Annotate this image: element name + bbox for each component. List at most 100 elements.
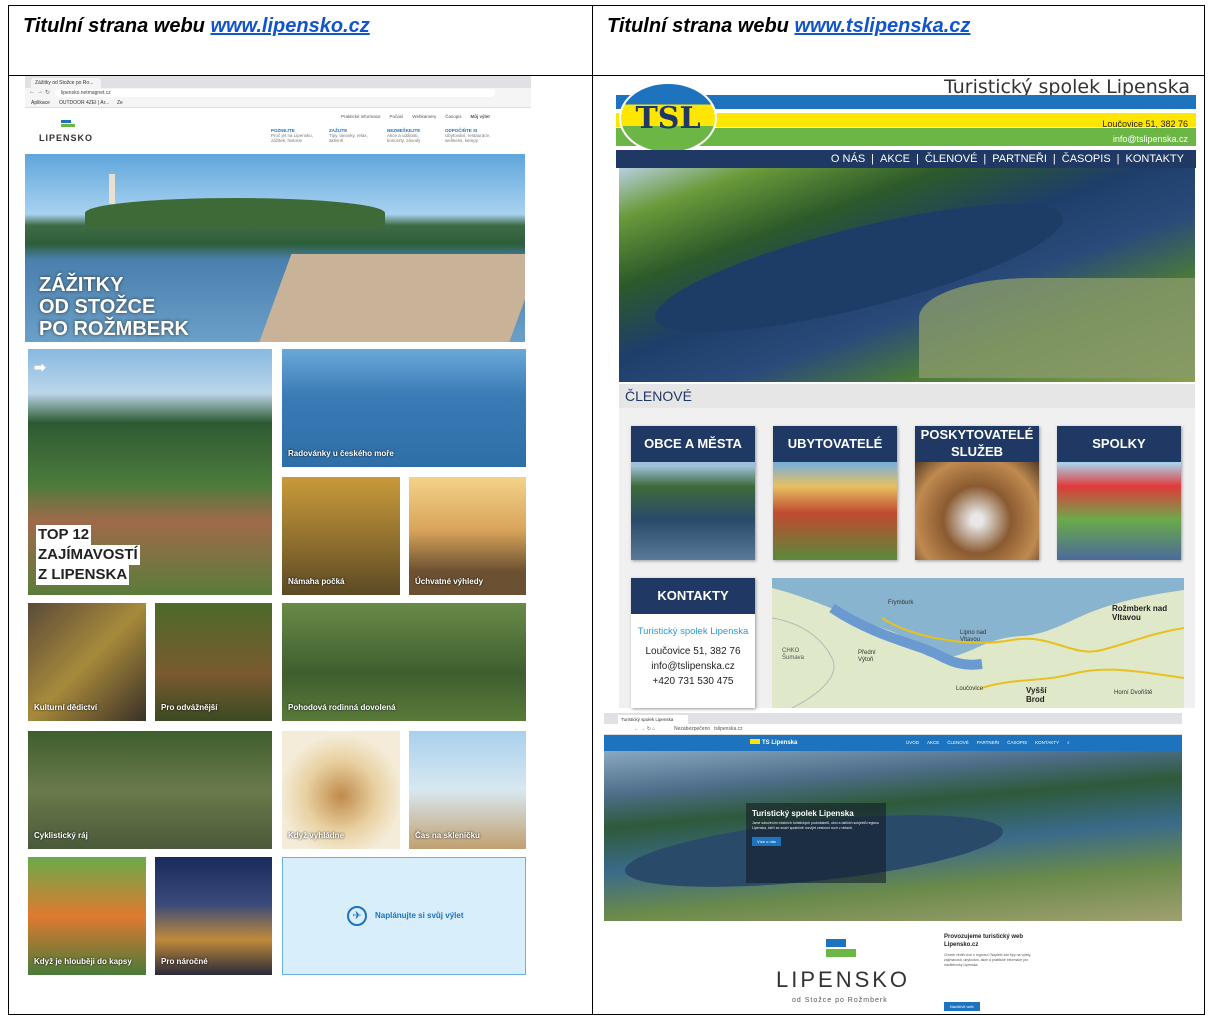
map-label: Frymburk	[888, 600, 914, 606]
tile-food[interactable]: Když vyhládne	[282, 731, 400, 849]
new-url[interactable]: tslipenska.cz	[714, 726, 743, 732]
browser-addressbar: ← → ↻ lipensko.netmagnet.cz	[25, 88, 531, 98]
forward-icon[interactable]: →	[37, 89, 43, 95]
lipensko-logo-icon	[61, 120, 75, 129]
new-hero-title: Turistický spolek Lipenska	[752, 809, 854, 818]
tile-demanding[interactable]: Pro náročné	[155, 857, 272, 975]
tile-bravery[interactable]: Pro odvážnější	[155, 603, 272, 721]
lipensko-logo-text[interactable]: LIPENSKO	[39, 133, 93, 143]
new-nav-item[interactable]: ČLENOVÉ	[947, 740, 969, 745]
tsl-logo[interactable]: TSL	[619, 82, 717, 154]
bookmarks-bar: Aplikace OUTDOOR 4ZEI | Ar... Ze	[25, 98, 531, 108]
top-link[interactable]: Praktické informace	[341, 114, 381, 119]
hero-panel: Turistický spolek Lipenska Jsme sdružení…	[746, 803, 886, 883]
new-logo[interactable]: TS Lipenska	[750, 739, 797, 746]
new-browser-addressbar: ← → ↻ ⌂ Nezabezpečeno tslipenska.cz	[604, 724, 1182, 735]
church-tower	[109, 174, 115, 204]
lipensko-screenshot: Zážitky od Stožce po Ro... ← → ↻ lipensk…	[25, 76, 531, 976]
top12-label: TOP 12 ZAJÍMAVOSTÍ Z LIPENSKA	[36, 525, 140, 585]
menu-item[interactable]: NEZMEŠKEJTE Akce a události, koncerty, zá…	[387, 128, 435, 143]
member-spolky[interactable]: SPOLKY	[1057, 426, 1181, 560]
nav-casopis[interactable]: ČASOPIS	[1062, 153, 1111, 165]
tsl-new-screenshot: Turistický spolek Lipenska ← → ↻ ⌂ Nezab…	[604, 713, 1182, 1013]
tile-heritage[interactable]: Kulturní dědictví	[28, 603, 146, 721]
pier	[258, 254, 525, 342]
bookmark-apps[interactable]: Aplikace	[31, 100, 50, 106]
nav-partneri[interactable]: PARTNEŘI	[992, 153, 1047, 165]
new-nav-item[interactable]: ČASOPIS	[1007, 740, 1027, 745]
top-link[interactable]: Počasí	[390, 114, 404, 119]
top-link[interactable]: Můj výlet	[470, 114, 489, 119]
new-hero-button[interactable]: Více o nás	[752, 837, 781, 846]
nav-o-nas[interactable]: O NÁS	[831, 153, 865, 165]
main-menu: POZNEJTE Proč jet na Lipensko, zážitek, h…	[271, 128, 493, 143]
map-label: Horní Dvořiště	[1114, 690, 1153, 696]
header-right: Titulní strana webu www.tslipenska.cz	[592, 5, 1205, 76]
search-icon[interactable]: ⌕	[1067, 740, 1070, 745]
promo-button[interactable]: Navštívit web	[944, 1002, 980, 1011]
nav-clenove[interactable]: ČLENOVÉ	[925, 153, 978, 165]
region-map[interactable]: Rožmberk nad Vltavou Frymburk Lipno nad …	[772, 578, 1184, 708]
new-url-prefix: Nezabezpečeno	[674, 726, 711, 732]
new-hero-text: Jsme sdružením místních turistických pod…	[752, 821, 880, 830]
header-left-link[interactable]: www.lipensko.cz	[210, 15, 369, 37]
back-icon[interactable]: ←	[29, 89, 35, 95]
member-poskytovatele[interactable]: POSKYTOVATELÉ SLUŽEB	[915, 426, 1039, 560]
top-links: Praktické informace Počasí Webkamery Čas…	[341, 114, 490, 119]
brand-name: LIPENSKO	[776, 967, 911, 992]
brand-logo-icon	[826, 939, 856, 963]
tsl-lake-photo	[619, 168, 1195, 382]
contacts-phone: +420 731 530 475	[652, 676, 734, 687]
browser-tab[interactable]: Zážitky od Stožce po Ro...	[31, 78, 101, 88]
tile-family[interactable]: Pohodová rodinná dovolená	[282, 603, 526, 721]
map-label: Přední Výtoň	[858, 650, 876, 663]
hero-title: ZÁŽITKY OD STOŽCE PO ROŽMBERK	[39, 274, 189, 340]
new-nav-item[interactable]: ÚVOD	[906, 740, 919, 745]
contacts-heading: KONTAKTY	[631, 578, 755, 614]
menu-item[interactable]: ODPOČIŇTE SI Ubytování, restaurace, welln…	[445, 128, 493, 143]
member-obce[interactable]: OBCE A MĚSTA	[631, 426, 755, 560]
new-nav-item[interactable]: PARTNEŘI	[977, 740, 999, 745]
tile-cycle-paradise[interactable]: Cyklistický ráj	[28, 731, 272, 849]
url-field[interactable]: lipensko.netmagnet.cz	[55, 89, 495, 97]
new-browser-tabbar: Turistický spolek Lipenska	[604, 713, 1182, 724]
bookmark-ze[interactable]: Ze	[117, 100, 123, 106]
promo-text: Chcete vědět více o regionu? Najdete zde…	[944, 953, 1032, 967]
tile-cycling-couple[interactable]: Námaha počká	[282, 477, 400, 595]
tile-drinks[interactable]: Čas na skleničku	[409, 731, 526, 849]
top-link[interactable]: Webkamery	[412, 114, 436, 119]
contacts-email[interactable]: info@tslipenska.cz	[631, 661, 755, 672]
tsl-email[interactable]: info@tslipenska.cz	[1113, 134, 1188, 144]
new-nav-icons[interactable]: ← → ↻ ⌂	[634, 726, 655, 732]
new-site-nav: TS Lipenska ÚVOD AKCE ČLENOVÉ PARTNEŘI Č…	[604, 735, 1182, 751]
tile-top12[interactable]: ➡ TOP 12 ZAJÍMAVOSTÍ Z LIPENSKA	[28, 349, 272, 595]
contacts-box: KONTAKTY Turistický spolek Lipenska Louč…	[631, 578, 755, 708]
nav-akce[interactable]: AKCE	[880, 153, 910, 165]
tsl-old-screenshot: Turistický spolek Lipenska Loučovice 51,…	[616, 76, 1196, 708]
member-ubytovatele[interactable]: UBYTOVATELÉ	[773, 426, 897, 560]
new-hero: Turistický spolek Lipenska Jsme sdružení…	[604, 751, 1182, 921]
nav-kontakty[interactable]: KONTAKTY	[1126, 153, 1184, 165]
menu-item[interactable]: ZAŽIJTE Tipy, lanovky, relax, aktivně	[329, 128, 377, 143]
new-nav-item[interactable]: KONTAKTY	[1035, 740, 1059, 745]
tile-camping[interactable]: Když je hlouběji do kapsy	[28, 857, 146, 975]
plan-trip-label: Naplánujte si svůj výlet	[375, 911, 464, 920]
top-link[interactable]: Časopis	[445, 114, 461, 119]
header-right-link[interactable]: www.tslipenska.cz	[794, 15, 970, 37]
contacts-name: Turistický spolek Lipenska	[637, 626, 749, 637]
new-browser-tab[interactable]: Turistický spolek Lipenska	[618, 715, 688, 724]
tile-plan-trip[interactable]: ✈ Naplánujte si svůj výlet	[282, 857, 526, 975]
header-left: Titulní strana webu www.lipensko.cz	[8, 5, 593, 76]
browser-tabbar: Zážitky od Stožce po Ro...	[25, 76, 531, 88]
new-nav-item[interactable]: AKCE	[927, 740, 939, 745]
map-label: Rožmberk nad Vltavou	[1112, 604, 1168, 622]
arrow-icon: ➡	[34, 359, 46, 375]
tsl-old-nav: O NÁS | AKCE | ČLENOVÉ | PARTNEŘI | ČASOPIS |…	[616, 150, 1196, 168]
bookmark-outdoor[interactable]: OUTDOOR 4ZEI | Ar...	[59, 100, 109, 106]
contacts-address: Loučovice 51, 382 76	[645, 646, 741, 657]
menu-item[interactable]: POZNEJTE Proč jet na Lipensko, zážitek, h…	[271, 128, 319, 143]
reload-icon[interactable]: ↻	[45, 89, 50, 96]
tile-swimming[interactable]: Radovánky u českého moře	[282, 349, 526, 467]
tsl-section-bar: ČLENOVÉ	[619, 384, 1195, 408]
tile-views[interactable]: Úchvatné výhledy	[409, 477, 526, 595]
